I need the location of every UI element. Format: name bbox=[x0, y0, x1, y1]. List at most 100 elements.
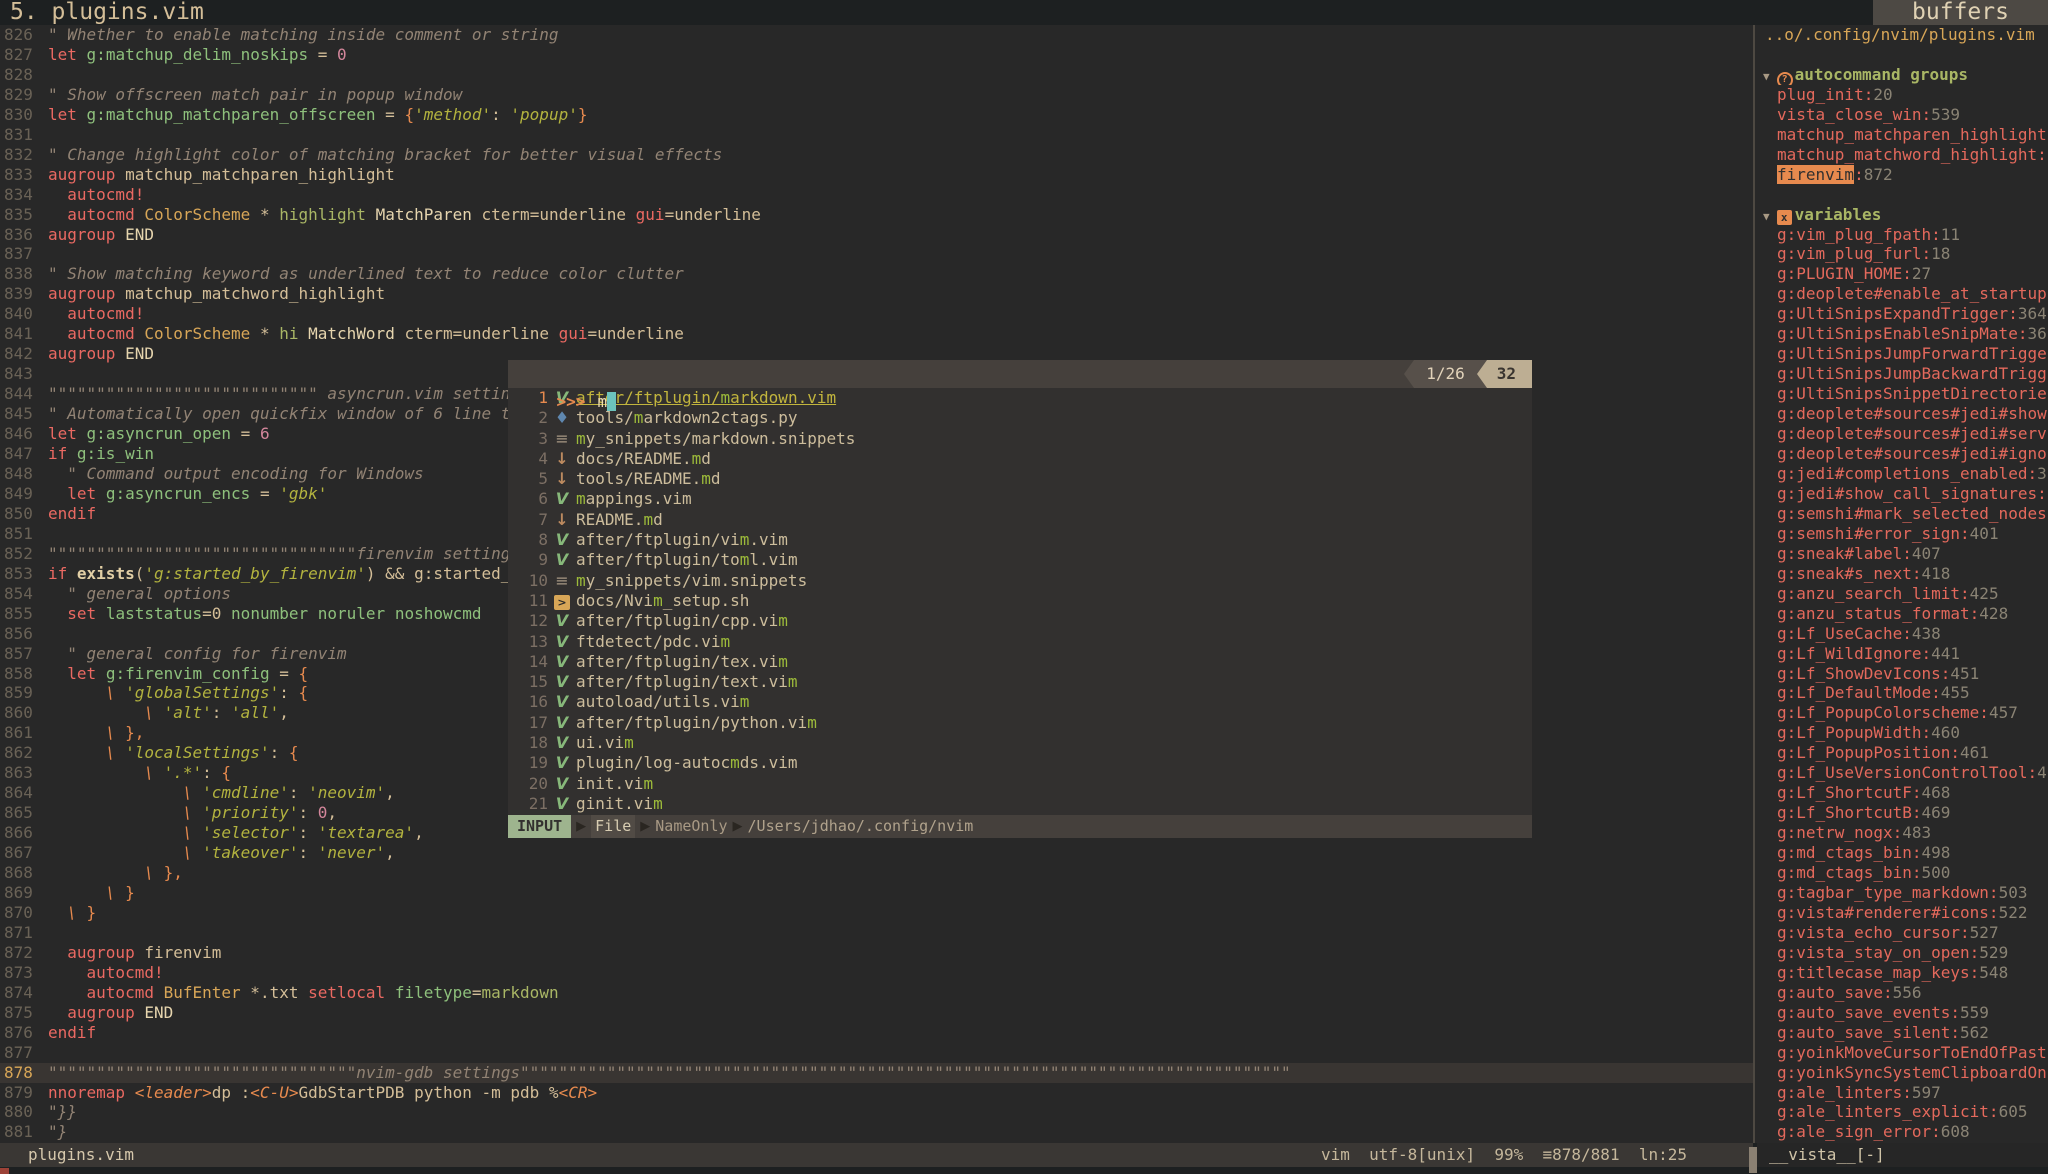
editor-line[interactable]: 881"} bbox=[0, 1122, 1753, 1142]
popup-result-row[interactable]: 17Vafter/ftplugin/python.vim bbox=[508, 713, 1532, 733]
vista-tag-item[interactable]: g:auto_save_silent:562 bbox=[1755, 1023, 2048, 1043]
vista-tag-item[interactable]: g:auto_save_events:559 bbox=[1755, 1003, 2048, 1023]
vista-tag-item[interactable]: g:Lf_ShortcutB:469 bbox=[1755, 803, 2048, 823]
vista-group-header[interactable]: ▼?autocommand groups bbox=[1755, 65, 2048, 85]
vista-tag-item[interactable]: g:jedi#show_call_signatures: bbox=[1755, 484, 2048, 504]
vista-tag-item[interactable]: g:semshi#error_sign:401 bbox=[1755, 524, 2048, 544]
popup-result-row[interactable]: 15Vafter/ftplugin/text.vim bbox=[508, 672, 1532, 692]
vista-tag-item[interactable]: g:deoplete#sources#jedi#serv bbox=[1755, 424, 2048, 444]
editor-line[interactable]: 875 augroup END bbox=[0, 1003, 1753, 1023]
vista-group-header[interactable]: ▼xvariables bbox=[1755, 205, 2048, 225]
editor-line[interactable]: 868 \ }, bbox=[0, 863, 1753, 883]
tab-buffers[interactable]: buffers bbox=[1873, 0, 2048, 25]
vista-tag-item[interactable]: g:vista#renderer#icons:522 bbox=[1755, 903, 2048, 923]
vista-tag-item[interactable]: g:md_ctags_bin:500 bbox=[1755, 863, 2048, 883]
popup-result-row[interactable]: 3≡my_snippets/markdown.snippets bbox=[508, 429, 1532, 449]
vista-tag-item[interactable]: matchup_matchword_highlight: bbox=[1755, 145, 2048, 165]
editor-line[interactable]: 832" Change highlight color of matching … bbox=[0, 145, 1753, 165]
editor-line[interactable]: 839augroup matchup_matchword_highlight bbox=[0, 284, 1753, 304]
editor-line[interactable]: 869 \ } bbox=[0, 883, 1753, 903]
popup-result-row[interactable]: 8Vafter/ftplugin/vim.vim bbox=[508, 530, 1532, 550]
editor-line[interactable]: 876endif bbox=[0, 1023, 1753, 1043]
vista-tag-item[interactable]: g:UltiSnipsEnableSnipMate:36 bbox=[1755, 324, 2048, 344]
popup-result-row[interactable]: 6Vmappings.vim bbox=[508, 489, 1532, 509]
popup-result-row[interactable]: 20Vinit.vim bbox=[508, 774, 1532, 794]
popup-result-row[interactable]: 18Vui.vim bbox=[508, 733, 1532, 753]
vista-tag-item[interactable]: g:ale_sign_error:608 bbox=[1755, 1122, 2048, 1142]
vista-tag-item[interactable]: g:ale_linters:597 bbox=[1755, 1083, 2048, 1103]
editor-line[interactable]: 837 bbox=[0, 244, 1753, 264]
editor-line[interactable]: 841 autocmd ColorScheme * hi MatchWord c… bbox=[0, 324, 1753, 344]
sidebar-scrollbar-thumb[interactable] bbox=[1749, 1147, 1757, 1173]
vista-tag-item[interactable]: g:UltiSnipsJumpForwardTrigge bbox=[1755, 344, 2048, 364]
fuzzy-search-input[interactable]: >>>m 1/26 32 bbox=[508, 360, 1532, 388]
vista-tag-item[interactable]: g:yoinkSyncSystemClipboardOn bbox=[1755, 1063, 2048, 1083]
vista-tag-item[interactable]: g:PLUGIN_HOME:27 bbox=[1755, 264, 2048, 284]
vista-tag-item[interactable]: firenvim:872 bbox=[1755, 165, 2048, 185]
vista-tag-item[interactable]: g:vim_plug_fpath:11 bbox=[1755, 225, 2048, 245]
vista-tag-item[interactable]: g:yoinkMoveCursorToEndOfPast bbox=[1755, 1043, 2048, 1063]
editor-line[interactable]: 870 \ } bbox=[0, 903, 1753, 923]
vista-tag-item[interactable]: g:deoplete#sources#jedi#show bbox=[1755, 404, 2048, 424]
vista-tag-item[interactable]: g:auto_save:556 bbox=[1755, 983, 2048, 1003]
vista-tag-item[interactable]: g:netrw_nogx:483 bbox=[1755, 823, 2048, 843]
editor-line[interactable]: 873 autocmd! bbox=[0, 963, 1753, 983]
editor-line[interactable]: 879nnoremap <leader>dp :<C-U>GdbStartPDB… bbox=[0, 1083, 1753, 1103]
popup-result-row[interactable]: 2♦tools/markdown2ctags.py bbox=[508, 408, 1532, 428]
vista-tag-item[interactable]: g:titlecase_map_keys:548 bbox=[1755, 963, 2048, 983]
popup-result-row[interactable]: 12Vafter/ftplugin/cpp.vim bbox=[508, 611, 1532, 631]
popup-result-row[interactable]: 9Vafter/ftplugin/toml.vim bbox=[508, 550, 1532, 570]
vista-tag-item[interactable]: g:UltiSnipsJumpBackwardTrigg bbox=[1755, 364, 2048, 384]
vista-tag-item[interactable]: g:Lf_UseVersionControlTool:4 bbox=[1755, 763, 2048, 783]
vista-tag-item[interactable]: g:md_ctags_bin:498 bbox=[1755, 843, 2048, 863]
vista-tag-item[interactable]: g:Lf_PopupColorscheme:457 bbox=[1755, 703, 2048, 723]
editor-line[interactable]: 840 autocmd! bbox=[0, 304, 1753, 324]
editor-line[interactable]: 831 bbox=[0, 125, 1753, 145]
editor-line[interactable]: 828 bbox=[0, 65, 1753, 85]
vista-tag-item[interactable]: matchup_matchparen_highlight bbox=[1755, 125, 2048, 145]
popup-result-row[interactable]: 19Vplugin/log-autocmds.vim bbox=[508, 753, 1532, 773]
popup-result-row[interactable]: 10≡my_snippets/vim.snippets bbox=[508, 571, 1532, 591]
vista-tag-item[interactable]: g:UltiSnipsExpandTrigger:364 bbox=[1755, 304, 2048, 324]
vista-tag-item[interactable]: g:vista_stay_on_open:529 bbox=[1755, 943, 2048, 963]
vista-tag-item[interactable]: g:Lf_UseCache:438 bbox=[1755, 624, 2048, 644]
editor-line[interactable]: 829" Show offscreen match pair in popup … bbox=[0, 85, 1753, 105]
editor-line[interactable]: 874 autocmd BufEnter *.txt setlocal file… bbox=[0, 983, 1753, 1003]
vista-tag-item[interactable]: g:ale_linters_explicit:605 bbox=[1755, 1102, 2048, 1122]
vista-tag-item[interactable]: g:Lf_DefaultMode:455 bbox=[1755, 683, 2048, 703]
vista-tag-item[interactable]: g:anzu_status_format:428 bbox=[1755, 604, 2048, 624]
editor-line[interactable]: 826" Whether to enable matching inside c… bbox=[0, 25, 1753, 45]
vista-tag-item[interactable]: g:vim_plug_furl:18 bbox=[1755, 244, 2048, 264]
vista-tag-item[interactable]: g:sneak#label:407 bbox=[1755, 544, 2048, 564]
vista-tag-item[interactable]: g:sneak#s_next:418 bbox=[1755, 564, 2048, 584]
editor-line[interactable]: 880"}} bbox=[0, 1102, 1753, 1122]
editor-line[interactable]: 836augroup END bbox=[0, 225, 1753, 245]
editor-line[interactable]: 827let g:matchup_delim_noskips = 0 bbox=[0, 45, 1753, 65]
editor-line[interactable]: 867 \ 'takeover': 'never', bbox=[0, 843, 1753, 863]
vista-tag-item[interactable]: g:UltiSnipsSnippetDirectorie bbox=[1755, 384, 2048, 404]
editor-line[interactable]: 833augroup matchup_matchparen_highlight bbox=[0, 165, 1753, 185]
vista-tag-item[interactable]: g:Lf_PopupWidth:460 bbox=[1755, 723, 2048, 743]
vista-tag-item[interactable]: g:anzu_search_limit:425 bbox=[1755, 584, 2048, 604]
popup-result-row[interactable]: 21Vginit.vim bbox=[508, 794, 1532, 814]
editor-line[interactable]: 872 augroup firenvim bbox=[0, 943, 1753, 963]
vista-tag-item[interactable]: g:deoplete#sources#jedi#igno bbox=[1755, 444, 2048, 464]
editor-line[interactable]: 878""""""""""""""""""""""""""""""""nvim-… bbox=[0, 1063, 1753, 1083]
editor-line[interactable]: 830let g:matchup_matchparen_offscreen = … bbox=[0, 105, 1753, 125]
popup-result-row[interactable]: 11>docs/Nvim_setup.sh bbox=[508, 591, 1532, 611]
vista-tag-item[interactable]: g:deoplete#enable_at_startup bbox=[1755, 284, 2048, 304]
editor-line[interactable]: 835 autocmd ColorScheme * highlight Matc… bbox=[0, 205, 1753, 225]
popup-result-row[interactable]: 4↓docs/README.md bbox=[508, 449, 1532, 469]
vista-tag-item[interactable]: g:Lf_ShowDevIcons:451 bbox=[1755, 664, 2048, 684]
editor-line[interactable]: 834 autocmd! bbox=[0, 185, 1753, 205]
editor-line[interactable]: 871 bbox=[0, 923, 1753, 943]
popup-result-row[interactable]: 5↓tools/README.md bbox=[508, 469, 1532, 489]
popup-result-row[interactable]: 14Vafter/ftplugin/tex.vim bbox=[508, 652, 1532, 672]
editor-line[interactable]: 877 bbox=[0, 1043, 1753, 1063]
tab-current-buffer[interactable]: 5. plugins.vim bbox=[10, 0, 204, 25]
editor-line[interactable]: 838" Show matching keyword as underlined… bbox=[0, 264, 1753, 284]
vista-tag-item[interactable]: g:Lf_WildIgnore:441 bbox=[1755, 644, 2048, 664]
vista-tag-item[interactable]: g:tagbar_type_markdown:503 bbox=[1755, 883, 2048, 903]
popup-result-row[interactable]: 16Vautoload/utils.vim bbox=[508, 692, 1532, 712]
vista-tag-item[interactable]: g:vista_echo_cursor:527 bbox=[1755, 923, 2048, 943]
